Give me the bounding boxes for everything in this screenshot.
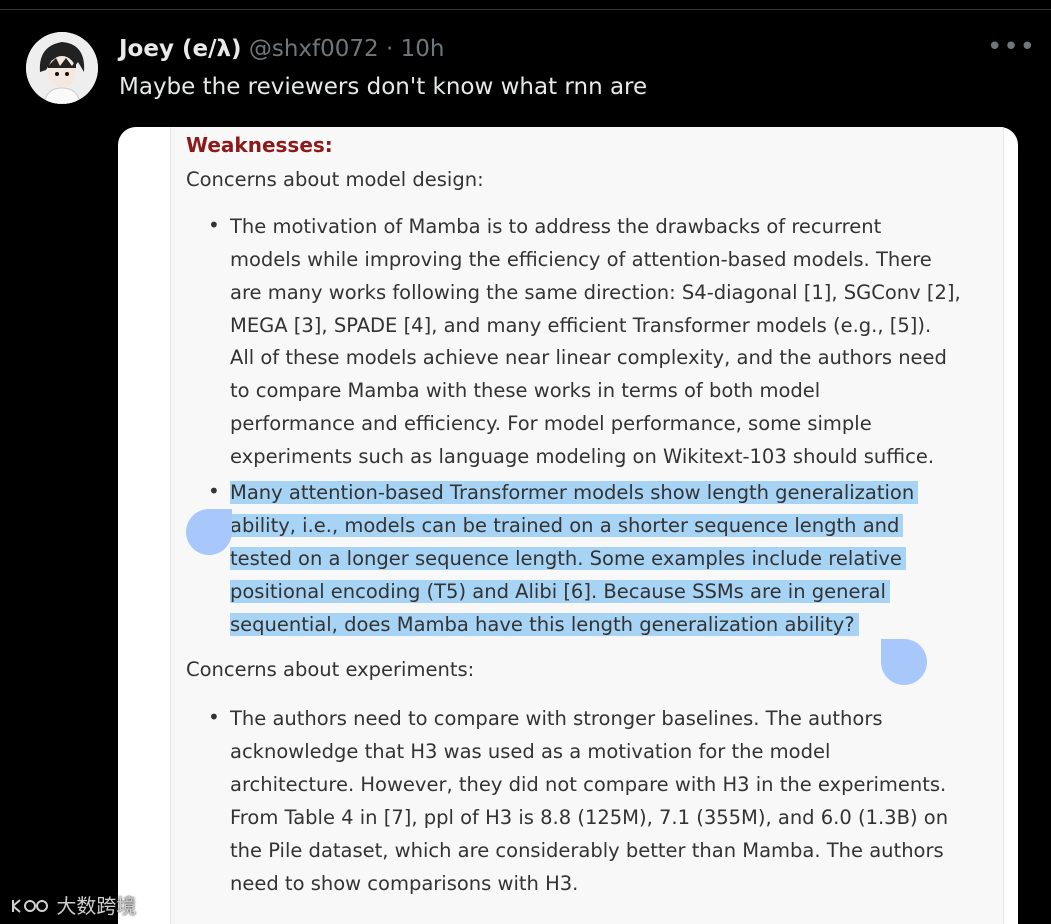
selection-end-handle[interactable] — [881, 639, 927, 685]
attached-image[interactable]: Weaknesses: Concerns about model design:… — [118, 127, 1018, 924]
highlighted-line: positional encoding (T5) and Alibi [6]. … — [230, 580, 890, 603]
bullet1-line: experiments such as language modeling on… — [230, 445, 935, 468]
watermark: 大数跨境 — [10, 890, 136, 919]
bullet1-line: performance and efficiency. For model pe… — [230, 412, 872, 435]
weaknesses-heading: Weaknesses: — [186, 133, 333, 157]
bullet3-line: the Pile dataset, which are considerably… — [230, 839, 944, 862]
bullet1-line: models while improving the efficiency of… — [230, 248, 932, 271]
bullet-dot: • — [208, 705, 220, 729]
more-options-icon[interactable]: ••• — [987, 32, 1036, 62]
author-handle[interactable]: @shxf0072 — [249, 36, 379, 62]
bullet1-line: to compare Mamba with these works in ter… — [230, 379, 821, 402]
highlighted-line: Many attention-based Transformer models … — [230, 481, 919, 504]
avatar[interactable] — [26, 32, 98, 104]
bullet1-line: MEGA [3], SPADE [4], and many efficient … — [230, 314, 932, 337]
header-separator: · — [378, 36, 401, 62]
bullet1-line: All of these models achieve near linear … — [230, 346, 947, 369]
tweet-time[interactable]: 10h — [401, 36, 445, 62]
author-name[interactable]: Joey (e/λ) — [119, 36, 242, 62]
bullet-dot: • — [208, 479, 220, 503]
tweet-header: Joey (e/λ) @shxf0072 · 10h — [119, 36, 444, 62]
section-model-design: Concerns about model design: — [186, 168, 484, 191]
bullet3-line: From Table 4 in [7], ppl of H3 is 8.8 (1… — [230, 806, 949, 829]
bullet3-line: The authors need to compare with stronge… — [230, 707, 883, 730]
watermark-text: 大数跨境 — [56, 894, 137, 918]
watermark-logo-icon — [12, 899, 48, 913]
top-divider — [0, 0, 1051, 10]
section-experiments: Concerns about experiments: — [186, 658, 475, 681]
highlighted-line: sequential, does Mamba have this length … — [230, 613, 859, 636]
selection-start-handle[interactable] — [186, 509, 232, 555]
bullet1-line: The motivation of Mamba is to address th… — [230, 215, 882, 238]
tweet-text: Maybe the reviewers don't know what rnn … — [119, 74, 648, 100]
bullet3-line: need to show comparisons with H3. — [230, 872, 579, 895]
bullet3-line: architecture. However, they did not comp… — [230, 773, 947, 796]
bullet1-line: are many works following the same direct… — [230, 281, 961, 304]
highlighted-line: ability, i.e., models can be trained on … — [230, 514, 904, 537]
bullet-dot: • — [208, 213, 220, 237]
highlighted-line: tested on a longer sequence length. Some… — [230, 547, 906, 570]
bullet3-line: acknowledge that H3 was used as a motiva… — [230, 740, 831, 763]
